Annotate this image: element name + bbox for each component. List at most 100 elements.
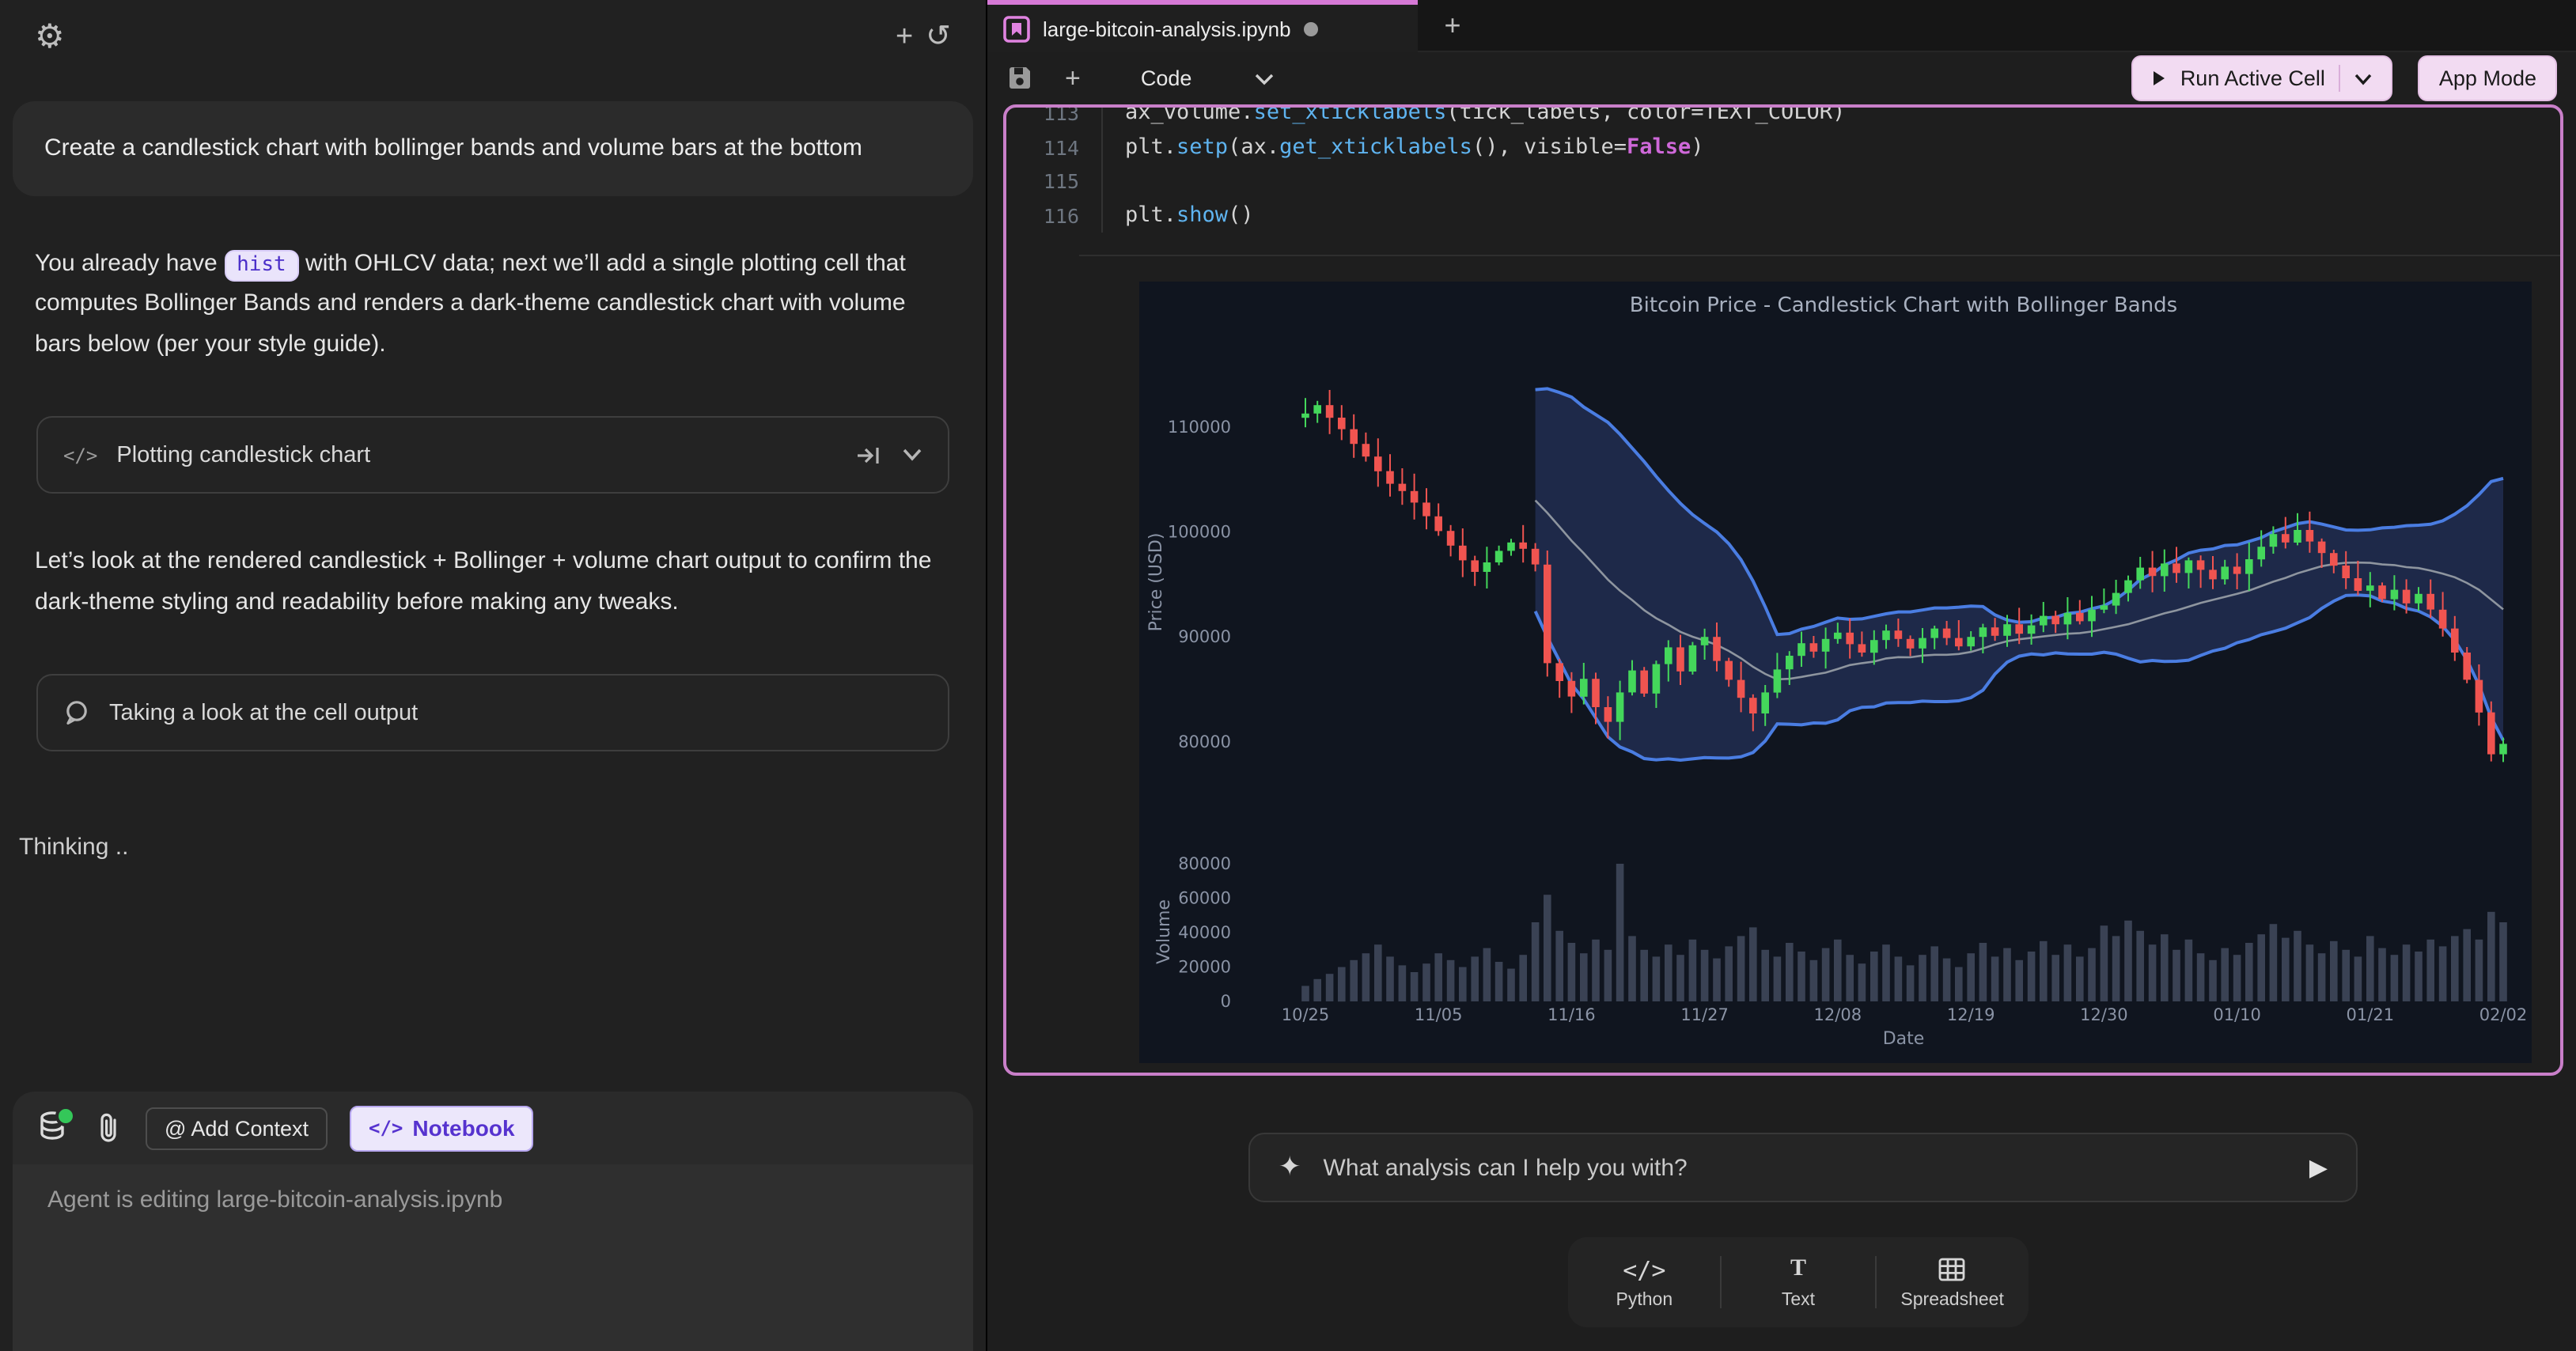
- code-line[interactable]: 115: [1006, 165, 2560, 199]
- tool-python-button[interactable]: </> Python: [1568, 1237, 1721, 1327]
- svg-text:Bitcoin Price - Candlestick Ch: Bitcoin Price - Candlestick Chart with B…: [1630, 293, 2177, 317]
- code-line[interactable]: 114plt.setp(ax.get_xticklabels(), visibl…: [1006, 131, 2560, 165]
- composer-input[interactable]: Agent is editing large-bitcoin-analysis.…: [13, 1164, 973, 1351]
- svg-text:02/02: 02/02: [2479, 1005, 2528, 1024]
- svg-text:01/21: 01/21: [2347, 1005, 2395, 1024]
- new-chat-plus-icon[interactable]: +: [889, 15, 919, 58]
- assistant-message-1: You already have hist with OHLCV data; n…: [35, 243, 941, 364]
- chat-panel: ⚙ + ↺ Create a candlestick chart with bo…: [0, 0, 987, 1351]
- unsaved-changes-dot: [1304, 21, 1318, 36]
- cell-output-divider: [1079, 255, 2560, 256]
- text-T-icon: T: [1790, 1255, 1806, 1284]
- svg-text:80000: 80000: [1178, 732, 1231, 751]
- new-tab-plus-label: +: [1444, 9, 1460, 42]
- chat-panel-header: ⚙ + ↺: [0, 0, 986, 73]
- analysis-chat-input[interactable]: ✦ What analysis can I help you with? ▶: [1248, 1133, 2358, 1202]
- svg-text:Volume: Volume: [1154, 899, 1174, 964]
- insert-cell-icon[interactable]: [856, 444, 883, 466]
- attach-paperclip-icon[interactable]: [95, 1112, 123, 1144]
- cell-output-look-icon: [63, 699, 90, 726]
- notebook-bookmark-icon: [1003, 15, 1030, 42]
- new-tab-button[interactable]: +: [1418, 0, 1487, 52]
- svg-text:80000: 80000: [1178, 854, 1231, 873]
- tool-python-label: Python: [1616, 1290, 1673, 1309]
- svg-text:11/05: 11/05: [1415, 1005, 1463, 1024]
- tool-card-cell-output-label: Taking a look at the cell output: [109, 700, 922, 725]
- svg-text:11/27: 11/27: [1680, 1005, 1729, 1024]
- assistant-message-2: Let’s look at the rendered candlestick +…: [35, 541, 941, 622]
- cell-type-dropdown[interactable]: Code: [1141, 66, 1275, 90]
- tool-card-plotting-label: Plotting candlestick chart: [116, 442, 837, 467]
- cell-tools-row: </> Python T Text Spreadsheet: [1568, 1237, 2029, 1327]
- sparkle-icon: ✦: [1279, 1152, 1301, 1183]
- settings-gear-icon[interactable]: ⚙: [28, 13, 71, 59]
- tab-large-bitcoin-analysis[interactable]: large-bitcoin-analysis.ipynb: [987, 0, 1418, 52]
- notebook-mode-button[interactable]: </> Notebook: [350, 1105, 534, 1151]
- notebook-code-icon: </>: [369, 1117, 403, 1139]
- analysis-input-placeholder: What analysis can I help you with?: [1324, 1154, 2287, 1181]
- svg-text:12/08: 12/08: [1814, 1005, 1862, 1024]
- history-icon[interactable]: ↺: [919, 15, 957, 58]
- svg-text:90000: 90000: [1178, 627, 1231, 646]
- svg-text:Price (USD): Price (USD): [1146, 533, 1166, 632]
- send-icon[interactable]: ▶: [2309, 1153, 2328, 1182]
- run-play-icon: [2152, 70, 2166, 87]
- assistant-message-1-pre: You already have: [35, 249, 224, 276]
- python-code-icon: </>: [1623, 1255, 1665, 1284]
- tool-spreadsheet-button[interactable]: Spreadsheet: [1876, 1237, 2029, 1327]
- svg-text:100000: 100000: [1168, 523, 1231, 542]
- notebook-toolbar: + Code Run Active Cell App Mode: [987, 52, 2576, 104]
- code-line[interactable]: 113ax_volume.set_xticklabels(tick_labels…: [1006, 104, 2560, 131]
- app-mode-label: App Mode: [2439, 66, 2536, 90]
- tool-spreadsheet-label: Spreadsheet: [1900, 1290, 2003, 1309]
- active-cell[interactable]: 113ax_volume.set_xticklabels(tick_labels…: [1003, 104, 2563, 1076]
- chat-composer: @ Add Context </> Notebook Agent is edit…: [13, 1092, 973, 1351]
- data-source-status-dot: [55, 1106, 76, 1126]
- run-active-cell-label: Run Active Cell: [2180, 66, 2325, 90]
- tab-bar: large-bitcoin-analysis.ipynb +: [987, 0, 2576, 52]
- svg-text:60000: 60000: [1178, 889, 1231, 908]
- add-cell-plus-icon[interactable]: +: [1059, 59, 1087, 98]
- code-lines: 113ax_volume.set_xticklabels(tick_labels…: [1006, 104, 2560, 242]
- save-icon[interactable]: [1006, 65, 1033, 92]
- app-mode-button[interactable]: App Mode: [2419, 55, 2557, 101]
- svg-text:12/19: 12/19: [1947, 1005, 1995, 1024]
- add-context-button[interactable]: @ Add Context: [146, 1107, 328, 1149]
- chevron-down-icon[interactable]: [902, 448, 922, 462]
- tab-title: large-bitcoin-analysis.ipynb: [1043, 17, 1291, 40]
- cell-type-value: Code: [1141, 66, 1192, 90]
- app-root: ⚙ + ↺ Create a candlestick chart with bo…: [0, 0, 2576, 1351]
- chart-output-image: Bitcoin Price - Candlestick Chart with B…: [1139, 282, 2532, 1063]
- run-active-cell-button[interactable]: Run Active Cell: [2131, 55, 2393, 101]
- tab-bar-filler: [1487, 0, 2576, 52]
- svg-text:20000: 20000: [1178, 958, 1231, 977]
- svg-text:11/16: 11/16: [1547, 1005, 1596, 1024]
- run-button-divider: [2339, 65, 2341, 92]
- spreadsheet-grid-icon: [1939, 1255, 1966, 1284]
- tool-card-cell-output[interactable]: Taking a look at the cell output: [36, 674, 949, 751]
- svg-text:12/30: 12/30: [2080, 1005, 2128, 1024]
- user-message-text: Create a candlestick chart with bollinge…: [44, 134, 862, 161]
- run-options-chevron-icon[interactable]: [2355, 72, 2373, 85]
- svg-text:0: 0: [1221, 992, 1231, 1011]
- tool-text-label: Text: [1782, 1290, 1815, 1309]
- code-line[interactable]: 116plt.show(): [1006, 199, 2560, 233]
- svg-text:01/10: 01/10: [2213, 1005, 2261, 1024]
- svg-text:110000: 110000: [1168, 418, 1231, 437]
- code-brackets-icon: </>: [63, 444, 97, 466]
- composer-toolbar: @ Add Context </> Notebook: [13, 1092, 973, 1164]
- tool-card-plotting[interactable]: </> Plotting candlestick chart: [36, 416, 949, 494]
- inline-code-hist: hist: [224, 249, 299, 282]
- thinking-status: Thinking ..: [19, 834, 986, 861]
- svg-text:Date: Date: [1883, 1029, 1925, 1049]
- chat-messages: Create a candlestick chart with bollinge…: [0, 73, 986, 1092]
- cell-type-chevron-icon: [1255, 72, 1274, 85]
- svg-text:10/25: 10/25: [1282, 1005, 1330, 1024]
- add-context-label: @ Add Context: [165, 1116, 309, 1140]
- user-message-bubble: Create a candlestick chart with bollinge…: [13, 101, 973, 195]
- notebook-panel: large-bitcoin-analysis.ipynb + + Code Ru…: [987, 0, 2576, 1351]
- data-source-icon[interactable]: [38, 1111, 73, 1145]
- cell-output: Bitcoin Price - Candlestick Chart with B…: [1139, 282, 2532, 1071]
- notebook-mode-label: Notebook: [412, 1115, 514, 1141]
- tool-text-button[interactable]: T Text: [1722, 1237, 1875, 1327]
